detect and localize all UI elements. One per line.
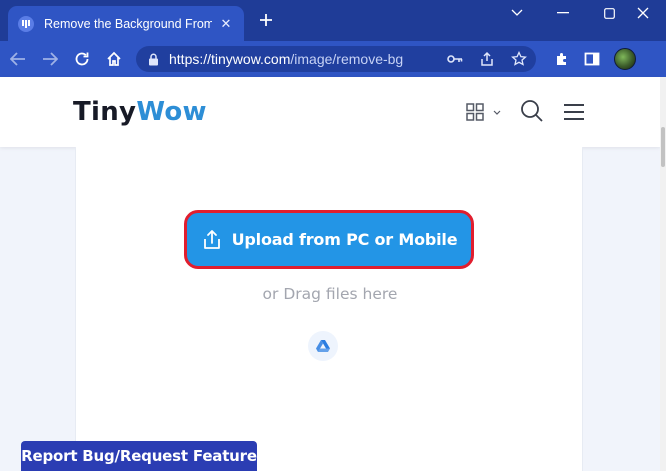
side-panel-icon[interactable] [580,47,604,71]
new-tab-button[interactable] [256,10,276,30]
drag-files-hint: or Drag files here [262,285,398,303]
url-host: https://tinywow.com [169,51,291,67]
close-window-icon[interactable] [620,2,666,24]
forward-arrow-icon[interactable] [38,47,62,71]
grid-icon [466,103,484,121]
share-icon[interactable] [478,50,496,68]
page-scrollbar-thumb[interactable] [661,127,665,167]
tab-title: Remove the Background From an [44,16,212,31]
logo-text-wow: Wow [136,97,207,127]
tools-menu-button[interactable] [466,102,506,122]
site-header: TinyWow [0,77,660,147]
home-icon[interactable] [102,47,126,71]
upload-from-pc-button[interactable]: Upload from PC or Mobile [184,210,474,269]
extensions-icon[interactable] [550,47,574,71]
upload-icon [201,229,223,251]
report-bug-button[interactable]: Report Bug/Request Feature [21,441,257,471]
reload-icon[interactable] [70,47,94,71]
tab-close-icon[interactable]: ✕ [218,16,234,32]
url-text: https://tinywow.com/image/remove-bg [169,51,403,67]
address-bar[interactable]: https://tinywow.com/image/remove-bg [136,46,536,72]
logo-text-tiny: Tiny [73,97,137,127]
web-page: TinyWow Upload from PC or Mobile or Drag… [0,77,666,471]
tinywow-favicon-icon [18,15,34,32]
browser-titlebar: Remove the Background From an ✕ [0,0,666,41]
minimize-icon[interactable] [540,2,586,24]
google-drive-button[interactable] [308,331,338,361]
back-arrow-icon[interactable] [6,47,30,71]
lock-icon[interactable] [148,53,159,66]
google-drive-icon [316,340,330,352]
chevron-down-icon [493,110,501,115]
key-icon[interactable] [446,50,464,68]
url-path: /image/remove-bg [290,51,404,67]
upload-card: Upload from PC or Mobile or Drag files h… [75,147,583,471]
report-bug-label: Report Bug/Request Feature [21,447,257,465]
tab-search-chevron-icon[interactable] [494,2,540,24]
upload-button-label: Upload from PC or Mobile [231,230,458,249]
tinywow-logo[interactable]: TinyWow [73,97,207,127]
star-icon[interactable] [510,50,528,68]
search-icon[interactable] [520,99,544,123]
profile-avatar[interactable] [614,48,636,70]
browser-tab-active[interactable]: Remove the Background From an ✕ [8,6,244,41]
browser-toolbar: https://tinywow.com/image/remove-bg [0,41,666,77]
hamburger-menu-icon[interactable] [562,102,586,122]
